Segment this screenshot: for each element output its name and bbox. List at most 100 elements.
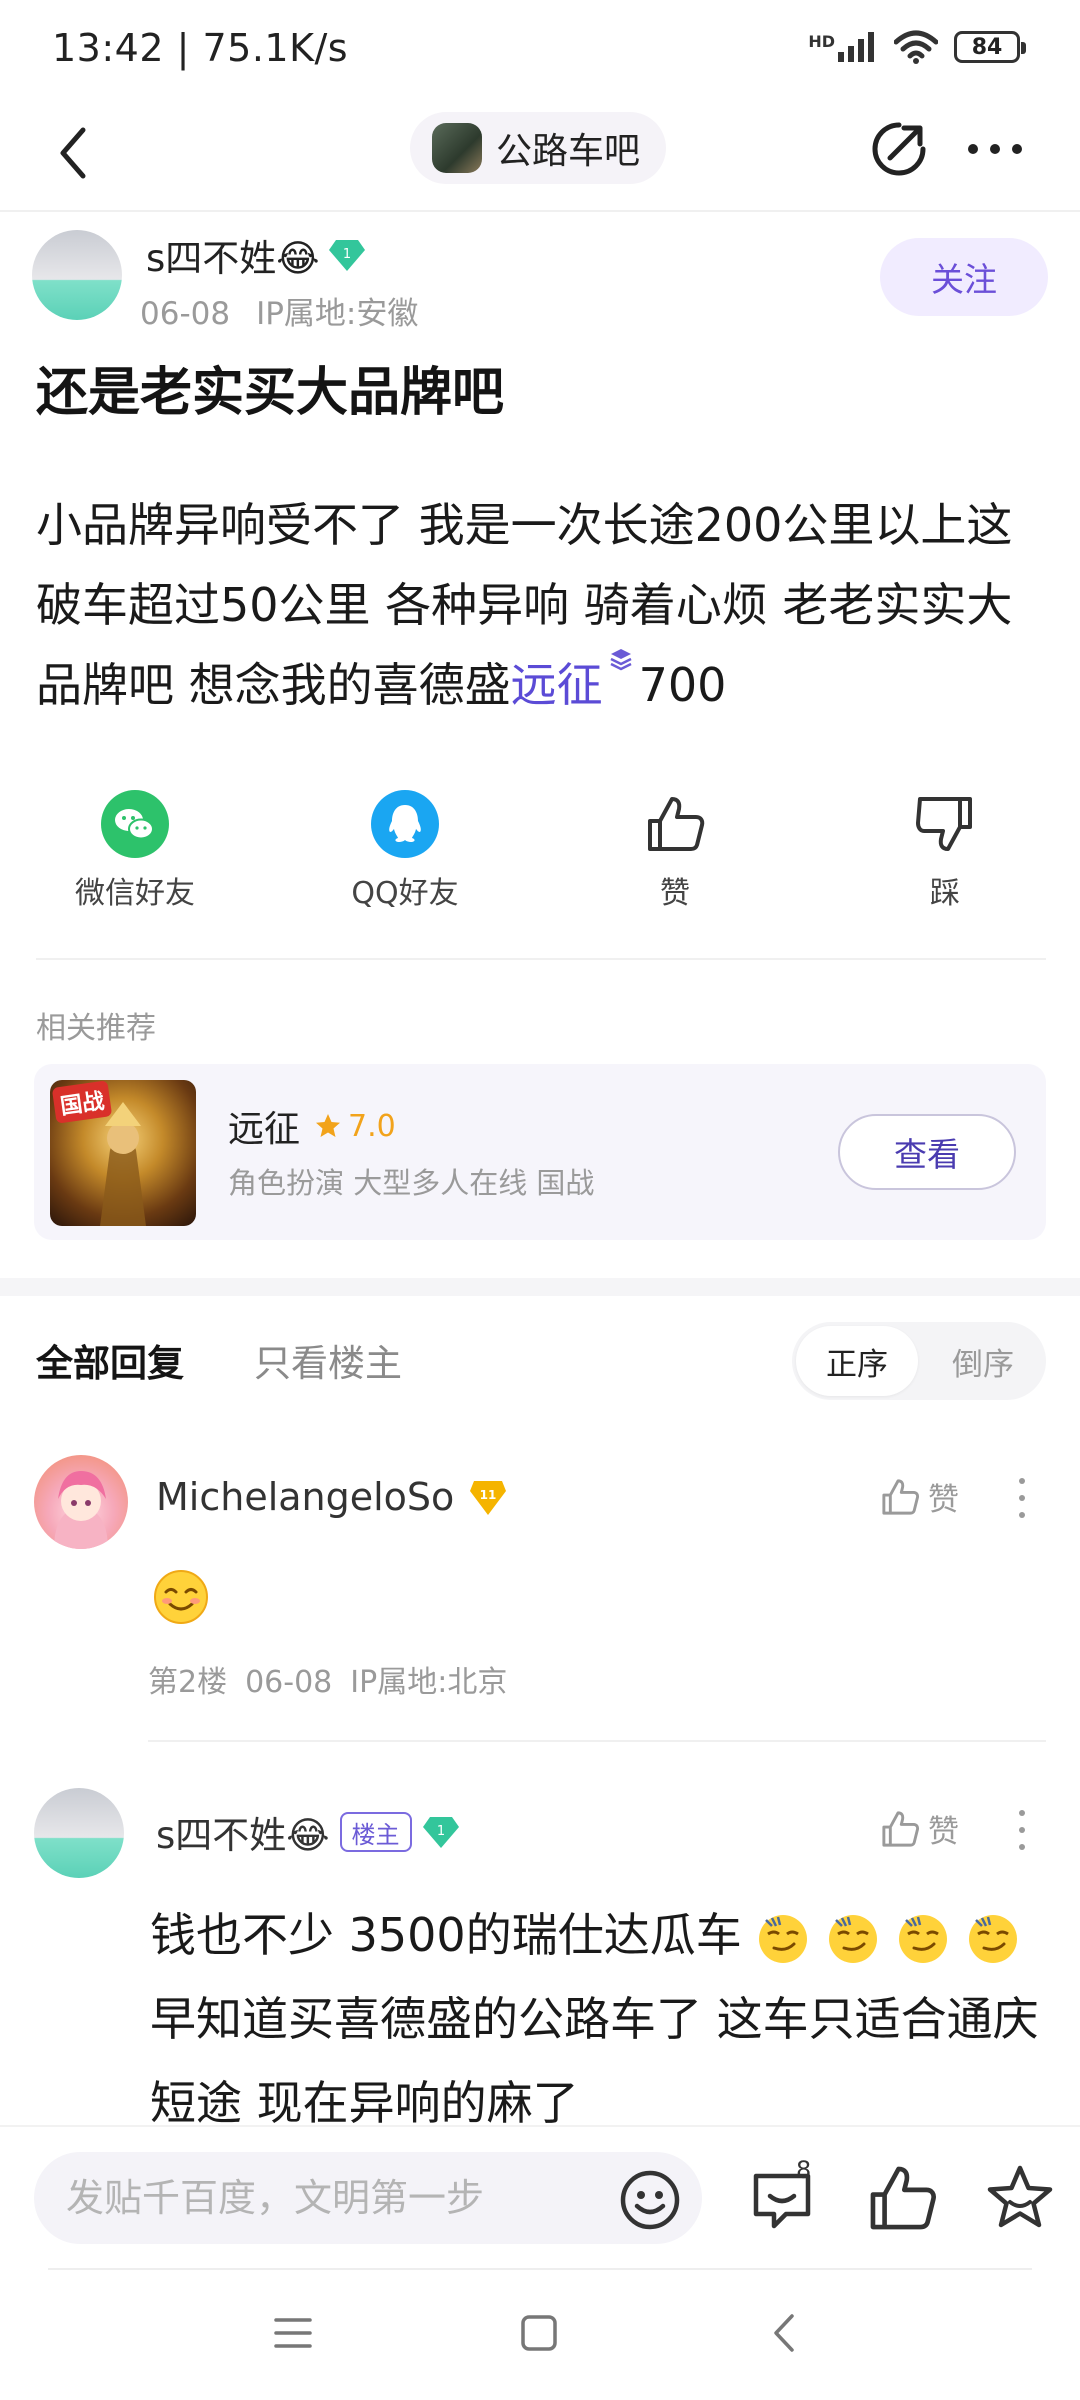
author-name-row[interactable]: s四不姓😂 1 (146, 228, 366, 282)
follow-button[interactable]: 关注 (880, 238, 1048, 316)
author-name: s四不姓😂 (146, 237, 320, 280)
thumbs-up-icon (882, 1478, 920, 1515)
more-button[interactable] (958, 112, 1032, 186)
status-bar: 13:42 | 75.1K/s HD 84 (0, 0, 1080, 100)
more-horizontal-icon (968, 144, 1022, 154)
reply-body-rest: 早知道买喜德盛的公路车了 这车只适合通庆短途 现在异响的麻了 (150, 1992, 1039, 2130)
game-tags: 角色扮演 大型多人在线 国战 (228, 1166, 595, 1200)
thumbs-up-icon (882, 1810, 920, 1847)
thumbs-down-icon (911, 790, 979, 858)
reply-level: 1 (436, 1824, 444, 1839)
thumbs-up-icon[interactable] (866, 2162, 938, 2234)
post-body-tail: 700 (638, 658, 727, 712)
star-icon (316, 1114, 341, 1137)
tab-all-replies[interactable]: 全部回复 (36, 1333, 184, 1387)
action-label: 赞 (660, 876, 690, 911)
battery-icon: 84 (954, 31, 1026, 63)
vip-badge-icon: 11 (470, 1481, 507, 1515)
divider (148, 1740, 1046, 1742)
emoji-picker-icon[interactable] (618, 2168, 682, 2232)
reply-date: 06-08 (245, 1665, 333, 1700)
system-menu-icon[interactable] (270, 2310, 316, 2356)
smug-emoji-icon (898, 1914, 947, 1963)
back-button[interactable] (38, 118, 108, 188)
reply-author-name: MichelangeloSo (156, 1475, 455, 1519)
star-favorite-icon[interactable] (984, 2162, 1056, 2234)
status-time: 13:42 | 75.1K/s (52, 26, 349, 70)
level-gem-icon: 1 (422, 1817, 459, 1848)
reply-body: 钱也不少 3500的瑞仕达瓜车 早知道买喜德盛的公路车了 这车只适合通庆短途 现… (150, 1893, 1050, 2145)
top-nav: 公路车吧 (0, 100, 1080, 210)
tab-op-only[interactable]: 只看楼主 (254, 1333, 402, 1387)
reply-ip: IP属地:北京 (350, 1665, 508, 1700)
game-thumbnail[interactable]: 国战 (50, 1080, 196, 1226)
thumbs-up-icon (641, 790, 709, 858)
nav-divider (0, 210, 1080, 212)
action-label: 踩 (930, 876, 960, 911)
share-qq-button[interactable]: QQ好友 (315, 790, 495, 912)
reply-like-button[interactable]: 赞 (880, 1806, 959, 1851)
smug-emoji-icon (828, 1914, 877, 1963)
forum-pill[interactable]: 公路车吧 (410, 112, 667, 184)
system-home-icon[interactable] (516, 2310, 562, 2356)
divider (36, 958, 1046, 960)
action-label: QQ好友 (351, 876, 459, 911)
post-date: 06-08 (140, 296, 231, 332)
reply-more-button[interactable] (1012, 1802, 1032, 1858)
system-back-icon[interactable] (762, 2310, 808, 2356)
smug-emoji-icon (968, 1914, 1017, 1963)
order-desc-button[interactable]: 倒序 (924, 1326, 1042, 1396)
rating-value: 7.0 (348, 1108, 396, 1144)
share-edit-icon (872, 122, 926, 176)
network-label: HD (808, 32, 835, 51)
post-ip: IP属地:安徽 (256, 296, 419, 332)
smug-emoji-icon (758, 1914, 807, 1963)
reply-author-row[interactable]: MichelangeloSo 11 (156, 1475, 508, 1519)
rating: 7.0 (314, 1109, 396, 1144)
divider (48, 2268, 1032, 2270)
forum-avatar (432, 123, 482, 173)
reply-author-name: s四不姓😂 (156, 1814, 330, 1857)
like-post-button[interactable]: 赞 (585, 790, 765, 912)
topic-layers-icon (610, 649, 632, 671)
chevron-left-icon (60, 127, 86, 179)
recommend-label: 相关推荐 (36, 1011, 156, 1046)
author-meta: 06-08 IP属地:安徽 (140, 288, 444, 333)
action-label: 微信好友 (75, 876, 195, 911)
reply-floor: 第2楼 (148, 1665, 228, 1700)
reply-like-label: 赞 (928, 1482, 959, 1518)
reply-avatar[interactable] (34, 1788, 124, 1878)
qq-icon (371, 790, 439, 858)
author-avatar[interactable] (32, 230, 122, 320)
comment-input[interactable] (66, 2166, 586, 2230)
reply-body-line1: 钱也不少 3500的瑞仕达瓜车 (150, 1908, 742, 1962)
share-edit-button[interactable] (862, 112, 936, 186)
dislike-post-button[interactable]: 踩 (855, 790, 1035, 912)
hd-signal-icon: HD (808, 32, 878, 62)
emoji-row (756, 1912, 1020, 1966)
status-icons: HD 84 (808, 30, 1026, 64)
reply-meta: 第2楼 06-08 IP属地:北京 (148, 1657, 525, 1701)
level-gem-icon: 1 (328, 240, 365, 271)
share-wechat-button[interactable]: 微信好友 (45, 790, 225, 912)
comment-count: 8 (796, 2156, 812, 2184)
author-level: 1 (342, 247, 350, 262)
post-body: 小品牌异响受不了 我是一次长途200公里以上这破车超过50公里 各种异响 骑着心… (36, 485, 1046, 725)
section-gap (0, 1278, 1080, 1296)
reply-avatar[interactable] (34, 1455, 128, 1549)
post-topic-link[interactable]: 远征 (511, 658, 603, 712)
op-badge: 楼主 (339, 1812, 412, 1852)
post-title: 还是老实买大品牌吧 (36, 363, 505, 423)
recommend-title-row: 远征 7.0 (228, 1100, 396, 1152)
reply-like-button[interactable]: 赞 (880, 1474, 959, 1519)
smile-emoji-icon (154, 1570, 208, 1624)
game-title: 远征 (228, 1109, 301, 1150)
battery-level: 84 (971, 34, 1003, 60)
wechat-icon (101, 790, 169, 858)
view-game-button[interactable]: 查看 (838, 1114, 1016, 1190)
reply-author-row[interactable]: s四不姓😂 楼主 1 (156, 1805, 460, 1859)
vip-badge-level: 11 (480, 1488, 497, 1502)
reply-more-button[interactable] (1012, 1470, 1032, 1526)
forum-name: 公路车吧 (496, 131, 641, 172)
order-asc-button[interactable]: 正序 (796, 1326, 918, 1396)
